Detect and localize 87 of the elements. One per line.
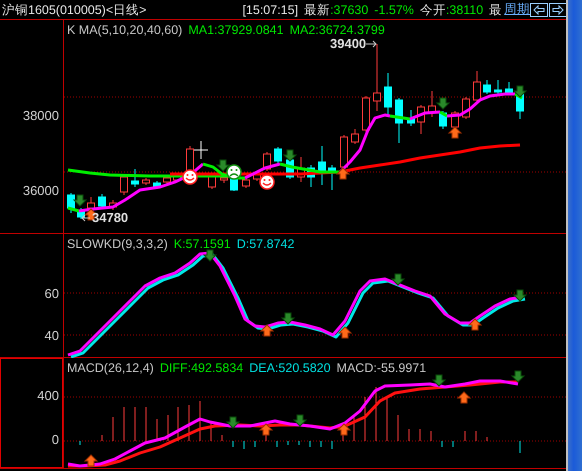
indicator-label: DIFF:492.5834 [160, 361, 244, 375]
candlestick [297, 156, 305, 182]
time-label: [15:07:15] [242, 2, 298, 18]
up-arrow-icon [448, 126, 462, 138]
down-arrow-icon [72, 194, 88, 207]
indicator-label: MACD:-55.9971 [336, 361, 426, 375]
latest-price: :37630 [330, 2, 368, 18]
up-arrow-icon [84, 454, 98, 466]
up-arrow-icon [258, 423, 274, 436]
candlestick [362, 96, 370, 132]
candlestick [473, 70, 481, 102]
high-price-marker: 39400 [330, 37, 366, 51]
down-arrow-icon [202, 250, 218, 262]
axis-tick-label: 400 [37, 388, 59, 404]
axis-tick-label: 0 [52, 432, 59, 448]
up-arrow-icon [456, 391, 472, 404]
candlestick [340, 134, 348, 170]
down-arrow-icon [512, 290, 528, 302]
candlestick [242, 178, 250, 188]
low-price-marker: 34780 [92, 211, 128, 225]
axis-tick-label: 40 [44, 328, 59, 344]
up-arrow-icon [336, 423, 352, 436]
left-arrow-button[interactable] [530, 2, 548, 16]
open-price: :38110 [446, 2, 484, 18]
up-arrow-icon [468, 318, 482, 330]
price-change: -1.57% [374, 2, 414, 18]
candlestick [417, 104, 425, 134]
indicator-label: K MA(5,10,20,40,60) [67, 23, 182, 37]
candlestick [208, 174, 216, 190]
down-arrow-icon [282, 150, 298, 162]
candlestick [351, 128, 359, 144]
candlestick [220, 176, 228, 184]
candlestick [153, 180, 161, 190]
indicator-label: MACD(26,12,4) [67, 361, 154, 375]
down-arrow-icon [390, 274, 406, 286]
candlestick [131, 168, 139, 188]
panel-axis[interactable]: 400 0 [0, 358, 64, 468]
instrument-title: 沪铜1605(010005)<日线> [2, 2, 146, 18]
down-arrow-icon [280, 312, 296, 325]
down-arrow-icon [216, 160, 230, 172]
indicator-label: MA1:37929.0841 [188, 23, 284, 37]
pointer-arrow-icon [81, 214, 90, 222]
indicator-label: SLOWKD(9,3,3,2) [67, 237, 168, 251]
candlestick [373, 44, 381, 112]
latest-label: 最新 [304, 2, 330, 18]
down-arrow-icon [510, 370, 526, 383]
high-label: 最 [489, 2, 502, 18]
candlestick [395, 98, 403, 144]
candlestick [109, 200, 117, 210]
candlestick [483, 80, 491, 94]
candlestick [77, 208, 85, 220]
smiley-icon [259, 174, 275, 190]
up-arrow-icon [338, 326, 352, 338]
down-arrow-icon [226, 416, 240, 429]
axis-tick-label: 36000 [22, 183, 59, 199]
candlestick [163, 176, 171, 186]
up-arrow-icon [336, 167, 350, 180]
indicator-label: DEA:520.5820 [249, 361, 331, 375]
indicator-label: D:57.8742 [236, 237, 294, 251]
indicator-label: MA2:36724.3799 [290, 23, 385, 37]
candlestick [318, 146, 326, 186]
candlestick [328, 164, 336, 190]
candlestick [98, 194, 106, 208]
axis-tick-label: 60 [44, 286, 59, 302]
crosshair-icon [194, 140, 208, 160]
down-arrow-icon [432, 374, 446, 387]
candlestick [407, 110, 415, 126]
candlestick [428, 90, 436, 118]
candlestick [142, 178, 150, 186]
candlestick [67, 192, 75, 214]
down-arrow-icon [512, 86, 528, 98]
down-arrow-icon [292, 414, 308, 427]
open-label: 今开 [420, 2, 446, 18]
axis-tick-label: 38000 [22, 108, 59, 124]
candlestick [307, 164, 315, 188]
pointer-arrow-icon [366, 40, 377, 48]
indicator-label: K:57.1591 [174, 237, 231, 251]
right-arrow-button[interactable] [549, 2, 568, 16]
candlestick [274, 146, 282, 164]
candlestick [505, 82, 513, 96]
candlestick [494, 80, 502, 94]
candlestick [120, 174, 128, 196]
frown-icon [226, 164, 242, 180]
smiley-icon [182, 169, 198, 185]
period-link[interactable]: 周期 [504, 1, 530, 18]
down-arrow-icon [436, 98, 450, 110]
up-arrow-icon [260, 324, 274, 336]
